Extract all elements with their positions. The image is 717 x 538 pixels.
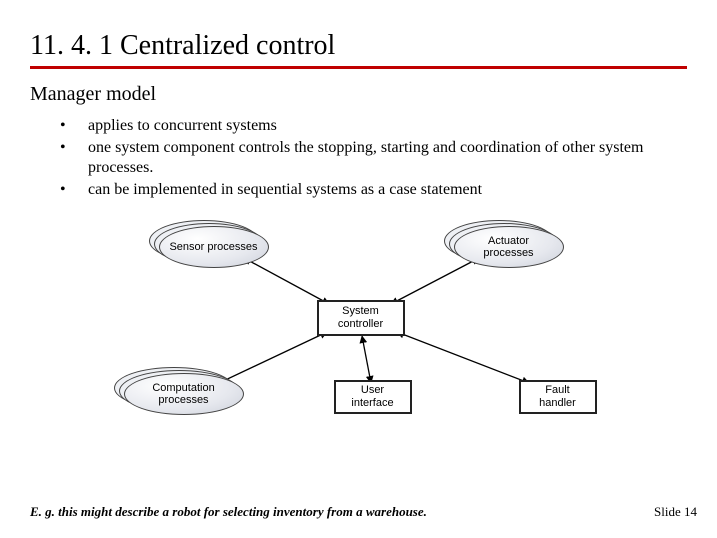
node-computation: Computation processes (124, 373, 244, 415)
node-controller: System controller (317, 300, 405, 336)
node-ui: User interface (334, 380, 412, 414)
node-fault: Fault handler (519, 380, 597, 414)
bullet-list: applies to concurrent systems one system… (30, 116, 687, 200)
node-label: Sensor processes (169, 241, 257, 253)
bullet-item: one system component controls the stoppi… (60, 138, 687, 178)
node-actuator: Actuator processes (454, 226, 564, 268)
page-title: 11. 4. 1 Centralized control (30, 30, 687, 69)
footer-note: E. g. this might describe a robot for se… (30, 504, 427, 520)
subtitle: Manager model (30, 83, 687, 106)
diagram: Sensor processes Actuator processes Syst… (79, 218, 639, 428)
slide-number: Slide 14 (654, 504, 697, 520)
node-label: Computation processes (133, 382, 235, 406)
bullet-item: can be implemented in sequential systems… (60, 180, 687, 200)
node-label: Fault handler (531, 384, 585, 409)
node-label: System controller (329, 305, 393, 330)
bullet-item: applies to concurrent systems (60, 116, 687, 136)
node-sensor: Sensor processes (159, 226, 269, 268)
node-label: Actuator processes (463, 235, 555, 259)
node-label: User interface (346, 384, 400, 409)
